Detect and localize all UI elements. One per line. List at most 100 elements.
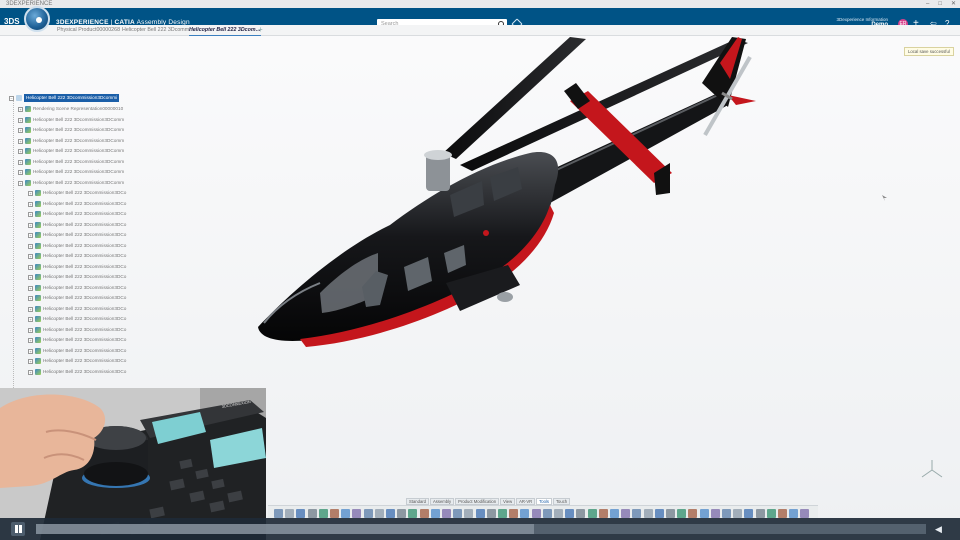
tool-icon[interactable] bbox=[285, 509, 295, 518]
tool-icon[interactable] bbox=[453, 509, 463, 518]
add-tab-button[interactable]: + bbox=[258, 25, 263, 34]
tool-icon[interactable] bbox=[755, 509, 765, 518]
volume-icon[interactable]: ◀ bbox=[935, 524, 945, 534]
expand-icon[interactable]: + bbox=[18, 149, 23, 154]
tool-icon[interactable] bbox=[610, 509, 619, 518]
compass-icon[interactable] bbox=[24, 6, 50, 32]
tree-node-label: Helicopter Bell 222 3Dcommission3DComm bbox=[33, 179, 125, 185]
tree-node-label: Helicopter Bell 222 3Dcommission3DComm bbox=[33, 158, 125, 164]
tool-icon[interactable] bbox=[800, 509, 810, 518]
tool-icon[interactable] bbox=[498, 509, 507, 518]
app-header: 3DS 3DEXPERIENCE | CATIA Assembly Design… bbox=[0, 8, 960, 30]
action-tab[interactable]: Assembly bbox=[430, 498, 455, 505]
tool-icon[interactable] bbox=[565, 509, 575, 518]
expand-icon[interactable]: + bbox=[28, 348, 33, 354]
tool-icon[interactable] bbox=[408, 509, 418, 518]
tool-icon[interactable] bbox=[419, 509, 429, 518]
tool-icon[interactable] bbox=[374, 509, 384, 518]
tool-icon[interactable] bbox=[509, 509, 519, 518]
tree-node-label: Helicopter Bell 222 3Dcommission3DCo bbox=[43, 295, 127, 300]
expand-icon[interactable]: + bbox=[28, 191, 33, 196]
expand-icon[interactable]: + bbox=[28, 369, 33, 375]
tool-icon[interactable] bbox=[722, 509, 731, 518]
tool-icon[interactable] bbox=[330, 509, 339, 518]
expand-icon[interactable]: + bbox=[28, 222, 33, 228]
expand-icon[interactable]: + bbox=[28, 327, 33, 333]
tool-icon[interactable] bbox=[442, 509, 451, 518]
tool-icon[interactable] bbox=[677, 509, 687, 518]
view-compass-icon[interactable] bbox=[920, 458, 944, 480]
tab-physical-product[interactable]: Physical Product00000268 bbox=[57, 27, 120, 33]
expand-icon[interactable]: + bbox=[28, 264, 33, 270]
tool-icon[interactable] bbox=[666, 509, 675, 518]
expand-icon[interactable]: + bbox=[18, 138, 23, 144]
tool-icon[interactable] bbox=[699, 509, 709, 518]
tool-icon[interactable] bbox=[789, 509, 799, 518]
tool-icon[interactable] bbox=[576, 509, 586, 518]
helicopter-3d-model[interactable] bbox=[250, 35, 770, 355]
part-icon bbox=[25, 137, 31, 144]
tool-icon[interactable] bbox=[554, 509, 563, 518]
pause-button[interactable] bbox=[11, 522, 25, 536]
action-tab[interactable]: Touch bbox=[552, 498, 571, 505]
expand-icon[interactable]: + bbox=[18, 128, 23, 133]
expand-icon[interactable]: + bbox=[28, 233, 33, 238]
tool-icon[interactable] bbox=[475, 509, 485, 518]
tool-icon[interactable] bbox=[542, 509, 552, 518]
tool-icon[interactable] bbox=[397, 509, 407, 518]
tool-icon[interactable] bbox=[486, 509, 496, 518]
expand-icon[interactable]: + bbox=[18, 170, 23, 175]
tab-helicopter-1[interactable]: Helicopter Bell 222 3Dcomm… bbox=[122, 27, 194, 33]
minimize-icon[interactable]: – bbox=[926, 0, 929, 8]
tool-icon[interactable] bbox=[430, 509, 440, 518]
tool-icon[interactable] bbox=[778, 509, 787, 518]
expand-icon[interactable]: + bbox=[28, 254, 33, 259]
tool-icon[interactable] bbox=[341, 509, 351, 518]
expand-icon[interactable]: + bbox=[18, 180, 23, 186]
close-icon[interactable]: ✕ bbox=[951, 0, 956, 8]
expand-icon[interactable]: + bbox=[28, 275, 33, 280]
expand-icon[interactable]: + bbox=[28, 212, 33, 217]
action-tab[interactable]: Tools bbox=[536, 498, 552, 505]
tool-icon[interactable] bbox=[531, 509, 541, 518]
tool-icon[interactable] bbox=[318, 509, 328, 518]
tool-icon[interactable] bbox=[654, 509, 664, 518]
tool-icon[interactable] bbox=[352, 509, 362, 518]
tool-icon[interactable] bbox=[307, 509, 317, 518]
tool-icon[interactable] bbox=[363, 509, 373, 518]
expand-icon[interactable]: + bbox=[28, 359, 33, 364]
collapse-icon[interactable]: − bbox=[9, 96, 14, 101]
tool-icon[interactable] bbox=[464, 509, 474, 518]
expand-icon[interactable]: + bbox=[28, 201, 33, 207]
tool-icon[interactable] bbox=[744, 509, 754, 518]
expand-icon[interactable]: + bbox=[28, 243, 33, 249]
tool-icon[interactable] bbox=[621, 509, 631, 518]
tool-icon[interactable] bbox=[520, 509, 530, 518]
tool-icon[interactable] bbox=[296, 509, 306, 518]
maximize-icon[interactable]: □ bbox=[938, 0, 942, 8]
tool-icon[interactable] bbox=[766, 509, 776, 518]
expand-icon[interactable]: + bbox=[18, 117, 23, 123]
action-tab[interactable]: Product Modification bbox=[455, 498, 500, 505]
tool-icon[interactable] bbox=[710, 509, 720, 518]
tool-icon[interactable] bbox=[688, 509, 698, 518]
video-progress-bar[interactable] bbox=[36, 524, 926, 534]
tool-icon[interactable] bbox=[274, 509, 283, 518]
tool-icon[interactable] bbox=[632, 509, 642, 518]
expand-icon[interactable]: + bbox=[18, 159, 23, 165]
action-tab[interactable]: AR-VR bbox=[516, 498, 536, 505]
tool-icon[interactable] bbox=[587, 509, 597, 518]
expand-icon[interactable]: + bbox=[28, 306, 33, 312]
expand-icon[interactable]: + bbox=[28, 338, 33, 343]
expand-icon[interactable]: + bbox=[28, 285, 33, 291]
expand-icon[interactable]: + bbox=[18, 107, 23, 112]
tool-icon[interactable] bbox=[386, 509, 395, 518]
action-tab[interactable]: Standard bbox=[406, 498, 429, 505]
tool-icon[interactable] bbox=[598, 509, 608, 518]
action-tab[interactable]: View bbox=[500, 498, 516, 505]
tool-icon[interactable] bbox=[643, 509, 653, 518]
expand-icon[interactable]: + bbox=[28, 317, 33, 322]
tool-icon[interactable] bbox=[733, 509, 743, 518]
tree-node-label: Helicopter Bell 222 3Dcommission3DCo bbox=[43, 326, 127, 332]
expand-icon[interactable]: + bbox=[28, 296, 33, 301]
